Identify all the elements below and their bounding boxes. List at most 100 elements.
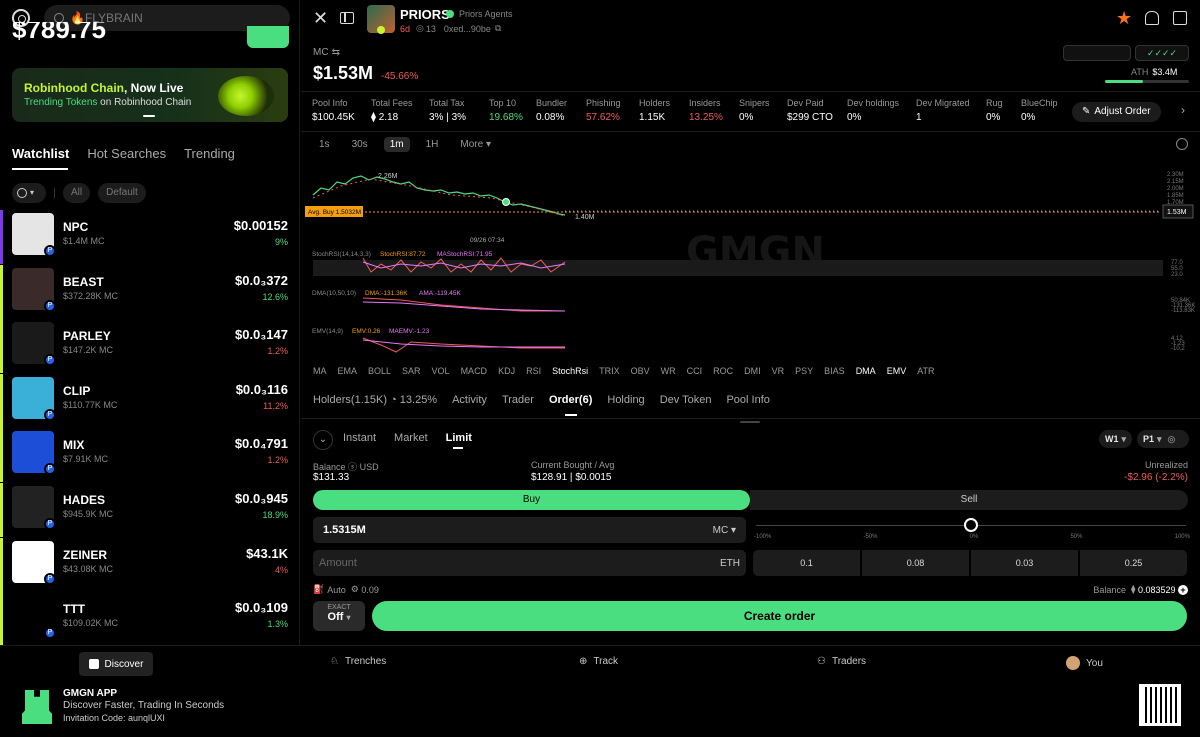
order-type-limit[interactable]: Limit (446, 432, 472, 444)
interval-1s[interactable]: 1s (313, 137, 336, 152)
nav-traders[interactable]: ⚇ Traders (817, 656, 866, 667)
download-qr-code[interactable] (1137, 682, 1183, 728)
tab-trader[interactable]: Trader (502, 394, 534, 406)
stat-insiders[interactable]: Insiders 13.25% (689, 98, 723, 123)
chevron-right-icon[interactable]: › (1181, 103, 1185, 117)
adjust-order-button[interactable]: ✎ Adjust Order (1072, 102, 1161, 122)
quick-amount-button[interactable]: 0.25 (1080, 550, 1187, 576)
collapse-chevron-icon[interactable]: ⌄ (313, 430, 333, 450)
stat-dev-paid[interactable]: Dev Paid $299 CTO (787, 98, 833, 123)
stat-snipers[interactable]: Snipers 0% (739, 98, 770, 123)
indicator-roc[interactable]: ROC (713, 366, 733, 376)
indicator-rsi[interactable]: RSI (526, 366, 541, 376)
indicator-cci[interactable]: CCI (687, 366, 703, 376)
indicator-dma[interactable]: DMA (856, 366, 876, 376)
stat-bundler[interactable]: Bundler 0.08% (536, 98, 567, 123)
quick-amount-button[interactable]: 0.08 (862, 550, 969, 576)
watchlist-row[interactable]: P ZEINER $43.08K MC $43.1K 4% (0, 537, 299, 592)
buy-toggle[interactable]: Buy (313, 490, 750, 510)
tab-watchlist[interactable]: Watchlist (12, 146, 69, 161)
nav-you[interactable]: You (1066, 656, 1103, 670)
indicator-ema[interactable]: EMA (338, 366, 358, 376)
tab-holders[interactable]: Holders(1.15K) ◔ 13.25% (313, 394, 437, 406)
indicator-stochrsi[interactable]: StochRsi (552, 366, 588, 376)
tab-hot-searches[interactable]: Hot Searches (87, 146, 166, 161)
chip-default[interactable]: Default (98, 183, 146, 203)
indicator-atr[interactable]: ATR (917, 366, 934, 376)
close-icon[interactable]: ✕ (313, 9, 328, 27)
swap-icon[interactable]: ⇆ (332, 47, 340, 58)
watchlist-row[interactable]: P NPC $1.4M MC $0.00152 9% (0, 210, 299, 264)
indicator-sar[interactable]: SAR (402, 366, 421, 376)
watchlist-row[interactable]: P PARLEY $147.2K MC $0.0₃147 1.2% (0, 319, 299, 374)
tab-order[interactable]: Order(6) (549, 394, 592, 406)
indicator-vr[interactable]: VR (772, 366, 785, 376)
interval-1h[interactable]: 1H (420, 137, 445, 152)
price-chart[interactable]: GMGN 2.26M 1.40M Avg. Buy 1.5032M 1.53M … (301, 160, 1200, 360)
quick-amount-button[interactable]: 0.03 (971, 550, 1078, 576)
create-order-button[interactable]: Create order (372, 601, 1187, 631)
tab-holding[interactable]: Holding (607, 394, 644, 406)
favorite-star-icon[interactable]: ★ (1116, 8, 1132, 29)
indicator-ma[interactable]: MA (313, 366, 327, 376)
target-mc-input[interactable]: 1.5315M MC ▾ (313, 517, 746, 543)
indicator-kdj[interactable]: KDJ (498, 366, 515, 376)
stat-total-fees[interactable]: Total Fees ⧫ 2.18 (371, 98, 413, 123)
watchlist-row[interactable]: P BEAST $372.28K MC $0.0₃372 12.6% (0, 264, 299, 319)
indicator-emv[interactable]: EMV (887, 366, 907, 376)
stat-dev-holdings[interactable]: Dev holdings 0% (847, 98, 899, 123)
sell-toggle[interactable]: Sell (750, 490, 1188, 510)
preset-settings-icon[interactable]: ◎ (1168, 434, 1176, 445)
contract-address[interactable]: 0xed...90be (444, 24, 491, 34)
stat-dev-migrated[interactable]: Dev Migrated 1 (916, 98, 970, 123)
chain-filter[interactable]: ▾ (12, 183, 46, 203)
interval-more[interactable]: More ▾ (454, 137, 497, 152)
indicator-dmi[interactable]: DMI (744, 366, 761, 376)
wallet-select[interactable]: W1 ▾ (1099, 430, 1133, 448)
copy-icon[interactable]: ⧉ (495, 23, 501, 34)
stat-top-10[interactable]: Top 10 19.68% (489, 98, 523, 123)
security-checks[interactable]: ✓✓✓✓ (1135, 45, 1189, 61)
indicator-boll[interactable]: BOLL (368, 366, 391, 376)
order-type-market[interactable]: Market (394, 432, 428, 444)
stat-phishing[interactable]: Phishing 57.62% (586, 98, 621, 123)
order-type-instant[interactable]: Instant (343, 432, 376, 444)
add-funds-icon[interactable]: + (1178, 584, 1188, 595)
indicator-vol[interactable]: VOL (432, 366, 450, 376)
tab-dev-token[interactable]: Dev Token (660, 394, 712, 406)
social-links[interactable] (1063, 45, 1131, 61)
sidebar-toggle-icon[interactable] (340, 12, 354, 24)
nav-track[interactable]: ⊕ Track (579, 656, 618, 667)
indicator-trix[interactable]: TRIX (599, 366, 620, 376)
interval-1m[interactable]: 1m (383, 137, 410, 152)
watchlist-row[interactable]: P CLIP $110.77K MC $0.0₃116 11.2% (0, 373, 299, 428)
share-icon[interactable] (1173, 11, 1187, 25)
watchlist-row[interactable]: P HADES $945.9K MC $0.0₃945 18.9% (0, 483, 299, 537)
indicator-psy[interactable]: PSY (795, 366, 813, 376)
stat-rug[interactable]: Rug 0% (986, 98, 1003, 123)
watchlist-row[interactable]: P MIX $7.91K MC $0.0₄791 1.2% (0, 428, 299, 483)
stat-holders[interactable]: Holders 1.15K (639, 98, 670, 123)
chart-settings-icon[interactable] (1176, 138, 1188, 150)
stat-pool-info[interactable]: Pool Info $100.45K (312, 98, 355, 123)
amount-input[interactable]: Amount ETH (313, 550, 746, 576)
indicator-wr[interactable]: WR (661, 366, 676, 376)
nav-discover[interactable]: Discover (79, 652, 153, 676)
quick-amount-button[interactable]: 0.1 (753, 550, 860, 576)
tab-trending[interactable]: Trending (184, 146, 235, 161)
tab-activity[interactable]: Activity (452, 394, 487, 406)
notification-bell-icon[interactable] (1145, 11, 1159, 25)
indicator-macd[interactable]: MACD (461, 366, 488, 376)
chip-all[interactable]: All (63, 183, 91, 203)
gas-settings[interactable]: ⛽ Auto ⚙ 0.09 (313, 584, 379, 595)
banner-pager[interactable] (143, 115, 155, 117)
indicator-obv[interactable]: OBV (631, 366, 650, 376)
stat-bluechip[interactable]: BlueChip 0% (1021, 98, 1058, 123)
invitation-code[interactable]: Invitation Code: aunqlUXl (63, 713, 165, 723)
promo-banner[interactable]: Robinhood Chain, Now Live Trending Token… (12, 68, 288, 122)
tab-pool-info[interactable]: Pool Info (726, 394, 769, 406)
resize-handle[interactable] (740, 421, 760, 423)
target-unit-select[interactable]: MC ▾ (713, 525, 736, 536)
indicator-bias[interactable]: BIAS (824, 366, 845, 376)
exact-toggle[interactable]: EXACT Off ▾ (313, 601, 365, 631)
